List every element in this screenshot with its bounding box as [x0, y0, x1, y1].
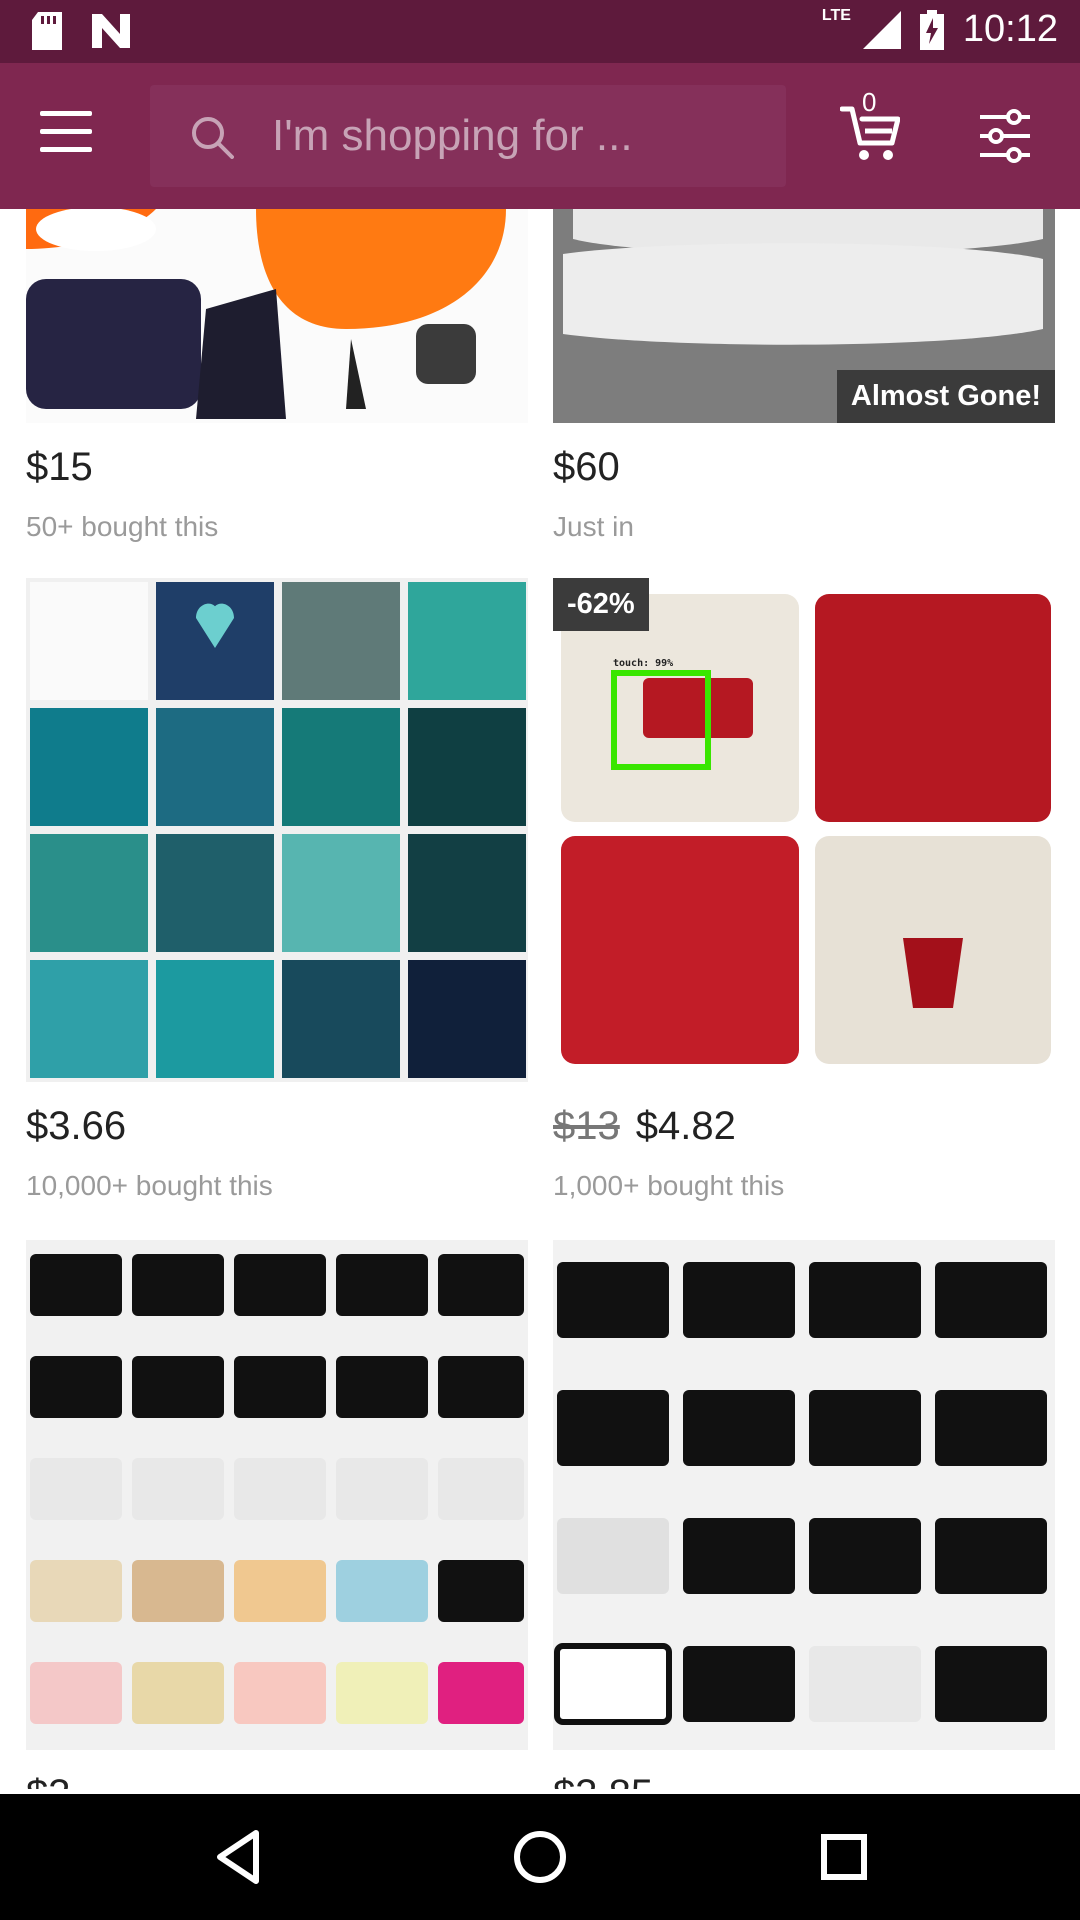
stock-badge: Almost Gone! [836, 370, 1055, 423]
product-card[interactable]: $3.85 [553, 1240, 1055, 1789]
search-box[interactable]: I'm shopping for ... [150, 85, 786, 187]
discount-badge: -62% [553, 578, 649, 631]
search-input[interactable]: I'm shopping for ... [272, 111, 633, 161]
product-card[interactable]: Almost Gone! $60 Just in [553, 209, 1055, 543]
product-image: Almost Gone! [553, 209, 1055, 423]
product-price: $3.66 [26, 1104, 127, 1148]
product-subtext: 1,000+ bought this [553, 1170, 785, 1201]
detection-box [611, 670, 711, 770]
signal-icon [862, 10, 901, 49]
system-nav-bar [0, 1794, 1080, 1920]
product-subtext: 50+ bought this [26, 511, 219, 542]
menu-button[interactable] [40, 111, 94, 159]
menu-icon [40, 111, 92, 116]
product-price: $3.85 [553, 1772, 653, 1789]
product-original-price: $13 [553, 1104, 620, 1148]
product-card[interactable]: $3.66 10,000+ bought this [26, 578, 528, 1202]
sd-card-icon [32, 12, 62, 50]
status-bar: LTE 10:12 [0, 0, 1080, 63]
cart-count: 0 [862, 87, 877, 117]
product-card[interactable]: -62% touch: 99% $13 $4.82 1,000+ bought … [553, 578, 1055, 1202]
product-price: $15 [26, 445, 93, 489]
product-price: $3 [26, 1772, 71, 1789]
product-card[interactable]: $15 50+ bought this [26, 209, 528, 543]
n-app-icon [92, 14, 130, 48]
product-card[interactable]: $3 [26, 1240, 528, 1789]
product-price: $60 [553, 445, 620, 489]
back-icon[interactable] [208, 1827, 268, 1887]
home-icon[interactable] [510, 1827, 570, 1887]
product-price: $4.82 [635, 1104, 736, 1148]
filter-icon[interactable] [978, 109, 1032, 163]
product-image [26, 1240, 528, 1750]
product-image [553, 1240, 1055, 1750]
network-type: LTE [821, 6, 851, 24]
product-subtext: 10,000+ bought this [26, 1170, 273, 1201]
search-icon [192, 117, 234, 159]
product-image: -62% touch: 99% [553, 578, 1055, 1082]
product-image [26, 578, 528, 1082]
clock: 10:12 [962, 8, 1058, 50]
product-grid: $15 50+ bought this Almost Gone! $60 Jus… [0, 209, 1080, 1789]
detection-label: touch: 99% [613, 658, 674, 669]
product-subtext: Just in [553, 511, 634, 542]
cart-button[interactable]: 0 [839, 87, 901, 165]
app-bar: I'm shopping for ... 0 [0, 63, 1080, 209]
battery-charging-icon [919, 9, 944, 50]
recents-icon[interactable] [814, 1827, 874, 1887]
product-image [26, 209, 528, 423]
